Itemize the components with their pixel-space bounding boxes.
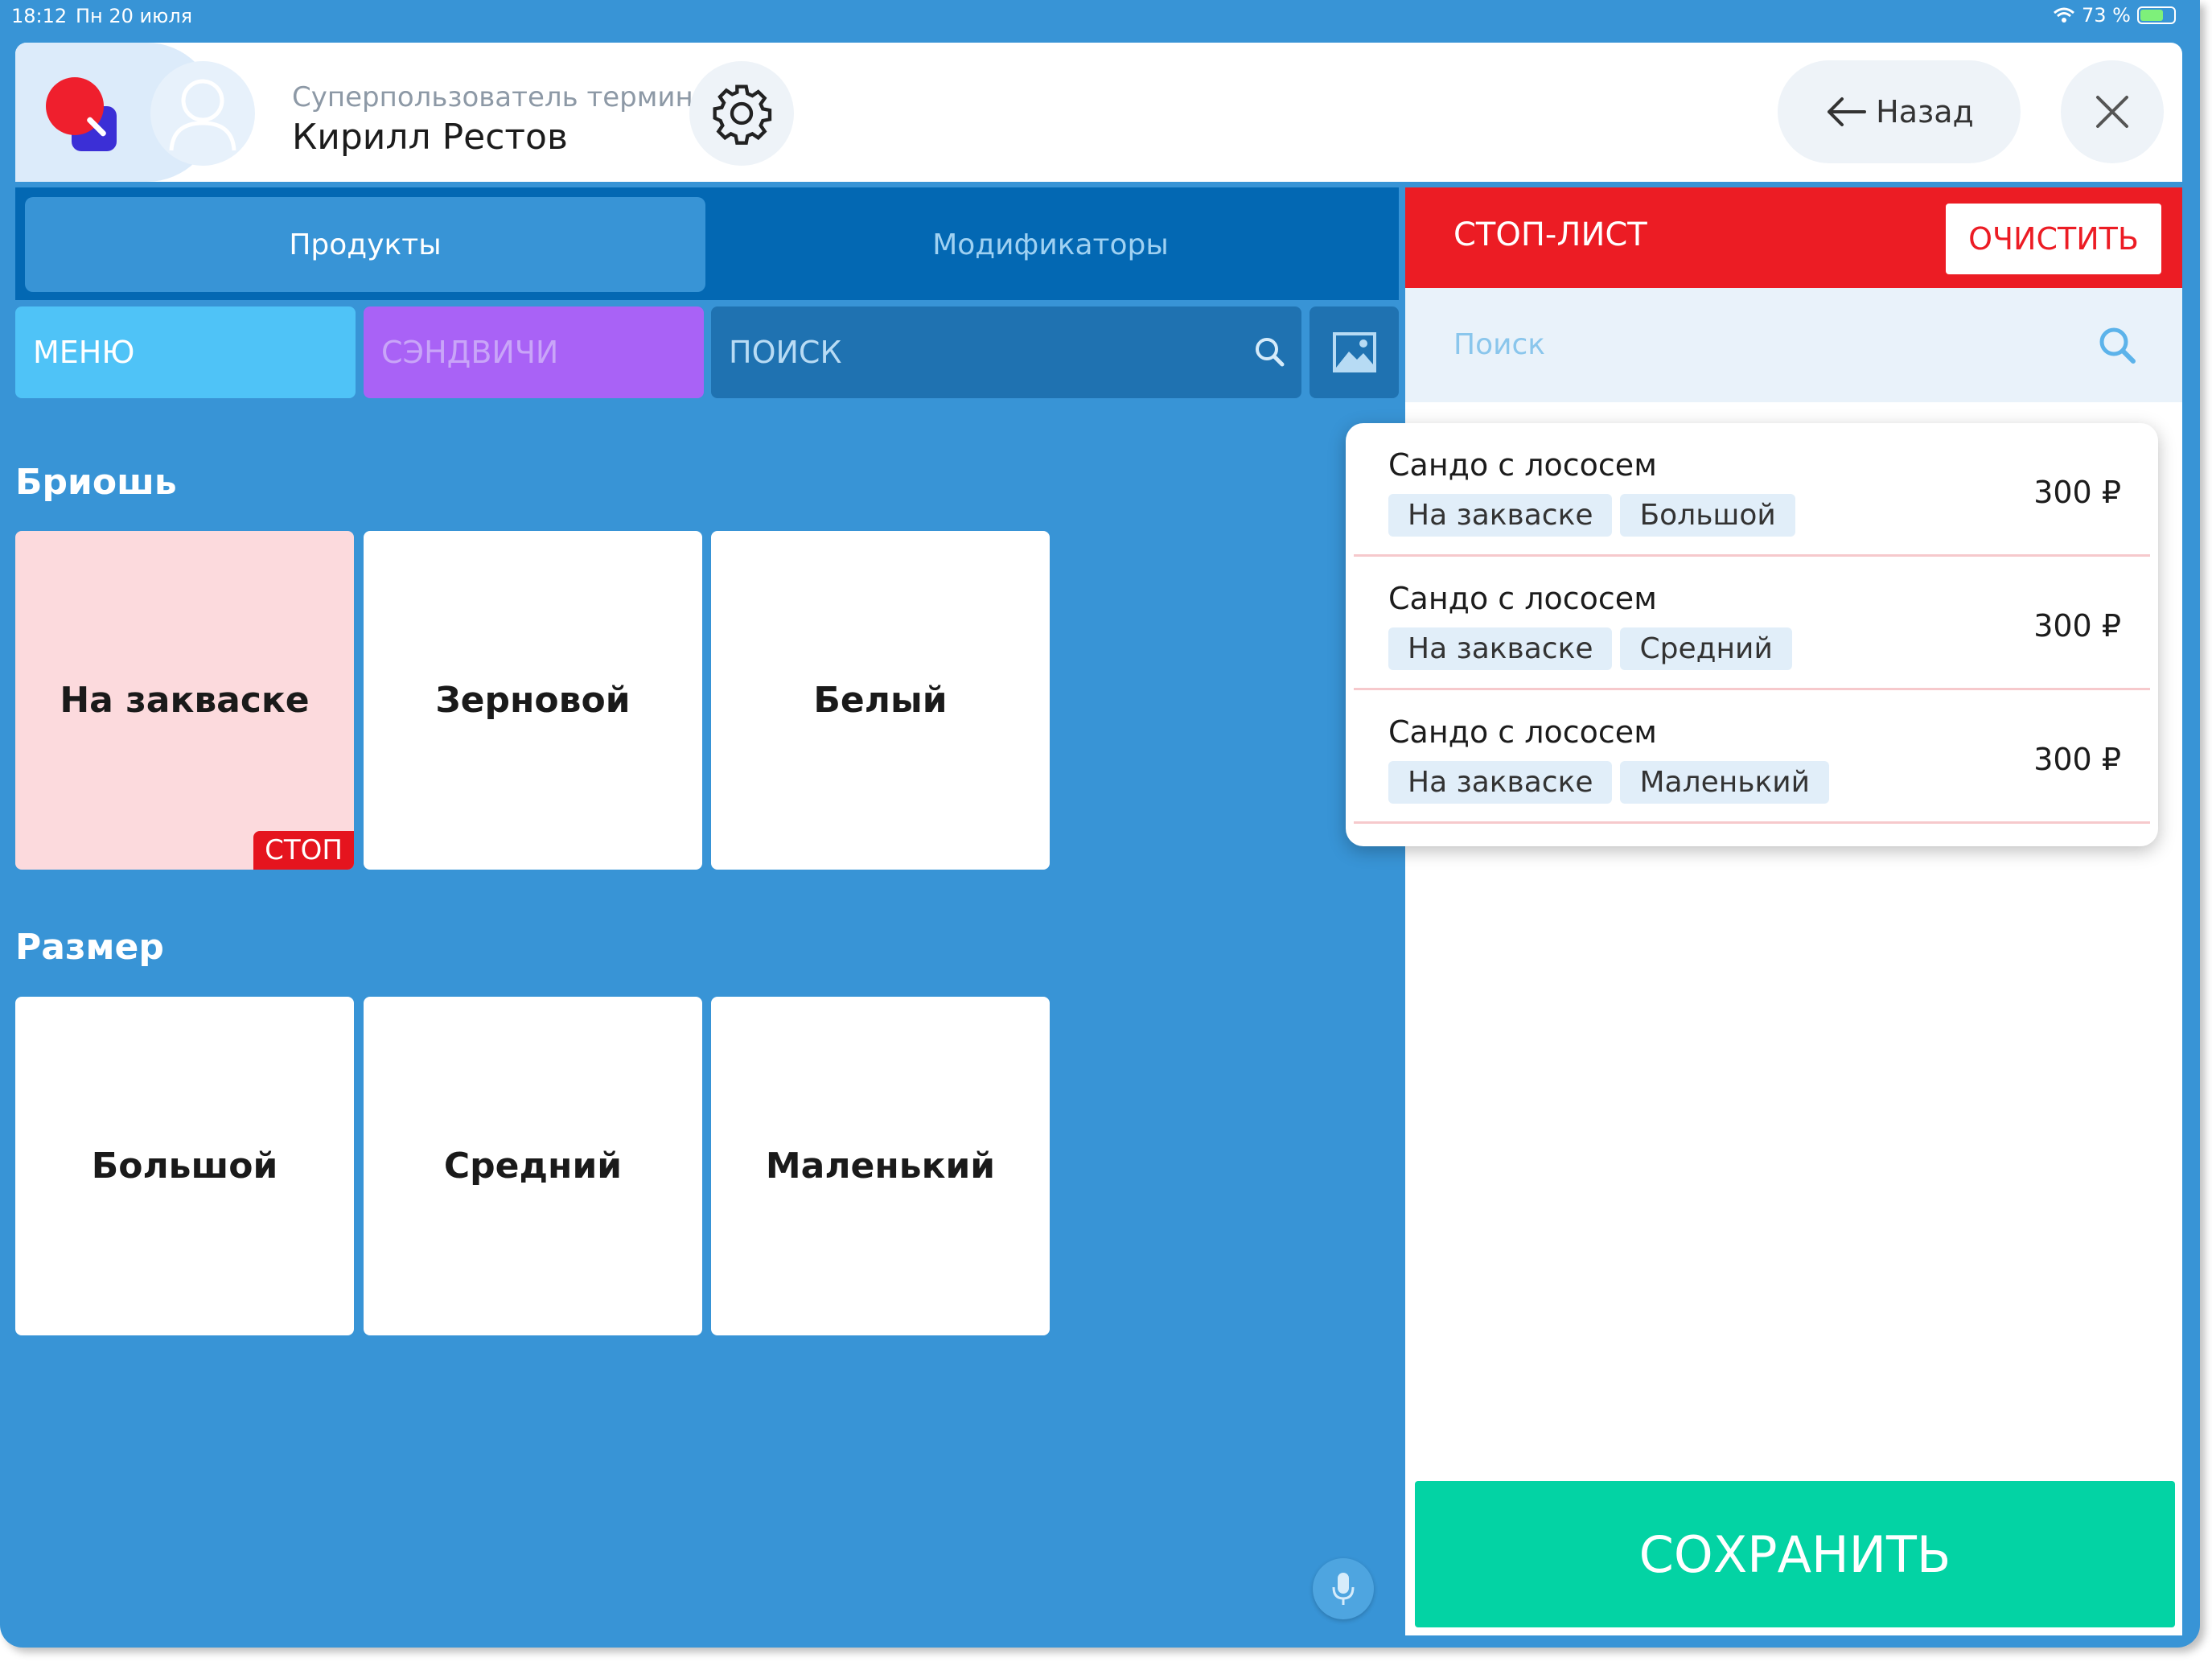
status-time: 18:12 <box>11 5 68 27</box>
item-name: Сандо с лососем <box>1388 581 1657 616</box>
list-item[interactable]: Сандо с лососем На закваске Маленький 30… <box>1346 690 2158 824</box>
app-window: 18:12 Пн 20 июля 73 % Суперпользователь … <box>0 0 2200 1648</box>
status-date: Пн 20 июля <box>76 5 193 27</box>
settings-button[interactable] <box>689 61 794 166</box>
user-name: Кирилл Рестов <box>292 117 568 158</box>
item-name: Сандо с лососем <box>1388 447 1657 483</box>
divider <box>1354 821 2150 824</box>
modifier-chip: На закваске <box>1388 627 1613 670</box>
item-price: 300 ₽ <box>2033 475 2121 510</box>
modifier-chip: На закваске <box>1388 494 1613 537</box>
product-tile-small[interactable]: Маленький <box>711 997 1050 1335</box>
product-search-placeholder: ПОИСК <box>729 335 842 370</box>
product-tile-large[interactable]: Большой <box>15 997 354 1335</box>
stop-list-title: СТОП-ЛИСТ <box>1453 216 1647 253</box>
user-avatar-icon <box>169 79 236 151</box>
app-logo <box>46 77 126 158</box>
item-name: Сандо с лососем <box>1388 714 1657 750</box>
tab-modifiers[interactable]: Модификаторы <box>705 197 1396 292</box>
tab-products[interactable]: Продукты <box>25 197 705 292</box>
stop-badge: СТОП <box>253 831 354 870</box>
tile-label: Маленький <box>765 1146 996 1187</box>
battery-icon <box>2137 6 2176 24</box>
section-title-size: Размер <box>15 927 164 968</box>
menu-filter-button[interactable]: МЕНЮ <box>15 306 356 398</box>
tile-label: Средний <box>443 1146 623 1187</box>
item-modifiers: На закваске Маленький <box>1388 761 1830 804</box>
product-tile-sourdough[interactable]: На закваске СТОП <box>15 531 354 870</box>
product-tile-medium[interactable]: Средний <box>364 997 702 1335</box>
stop-list-search-placeholder: Поиск <box>1453 328 1546 361</box>
status-right: 73 % <box>2053 4 2176 27</box>
category-filter-button[interactable]: СЭНДВИЧИ <box>364 306 704 398</box>
stop-list-panel: СТОП-ЛИСТ ОЧИСТИТЬ Поиск СОХРАНИТЬ <box>1405 187 2182 1635</box>
wifi-icon <box>2054 7 2074 23</box>
stop-list-search-input[interactable]: Поиск <box>1405 288 2182 402</box>
product-search-input[interactable]: ПОИСК <box>711 306 1301 398</box>
stop-list-header: СТОП-ЛИСТ ОЧИСТИТЬ <box>1405 187 2182 288</box>
microphone-icon <box>1332 1573 1355 1605</box>
search-icon <box>1256 338 1285 367</box>
header-bar: Суперпользователь термин... Кирилл Ресто… <box>15 43 2182 182</box>
clear-button[interactable]: ОЧИСТИТЬ <box>1946 204 2161 274</box>
product-tile-grain[interactable]: Зерновой <box>364 531 702 870</box>
battery-percent: 73 % <box>2082 4 2131 27</box>
stop-list: Сандо с лососем На закваске Большой 300 … <box>1346 423 2158 846</box>
tile-label: Белый <box>813 680 948 721</box>
user-role: Суперпользователь термин... <box>292 81 720 113</box>
list-item[interactable]: Сандо с лососем На закваске Большой 300 … <box>1346 423 2158 557</box>
modifier-chip: Средний <box>1620 627 1792 670</box>
section-title-brioche: Бриошь <box>15 462 177 503</box>
tile-label: Зерновой <box>435 680 631 721</box>
image-view-button[interactable] <box>1310 306 1399 398</box>
save-button[interactable]: СОХРАНИТЬ <box>1415 1481 2175 1627</box>
gear-icon <box>713 84 772 145</box>
microphone-button[interactable] <box>1313 1558 1374 1619</box>
tile-label: Большой <box>91 1146 278 1187</box>
item-price: 300 ₽ <box>2033 742 2121 777</box>
arrow-left-icon <box>1828 97 1867 126</box>
close-icon <box>2096 96 2128 128</box>
item-modifiers: На закваске Средний <box>1388 627 1792 670</box>
search-icon <box>2099 327 2136 364</box>
close-button[interactable] <box>2061 60 2164 163</box>
back-label: Назад <box>1876 94 1974 130</box>
image-icon <box>1332 332 1376 372</box>
status-bar: 18:12 Пн 20 июля 73 % <box>0 0 2200 32</box>
avatar[interactable] <box>150 61 255 166</box>
modifier-chip: Большой <box>1620 494 1795 537</box>
list-item[interactable]: Сандо с лососем На закваске Средний 300 … <box>1346 557 2158 690</box>
product-tile-white[interactable]: Белый <box>711 531 1050 870</box>
tile-label: На закваске <box>60 680 310 721</box>
back-button[interactable]: Назад <box>1778 60 2021 163</box>
modifier-chip: Маленький <box>1620 761 1830 804</box>
item-modifiers: На закваске Большой <box>1388 494 1795 537</box>
item-price: 300 ₽ <box>2033 608 2121 644</box>
tab-bar: Продукты Модификаторы <box>15 187 1399 300</box>
modifier-chip: На закваске <box>1388 761 1613 804</box>
